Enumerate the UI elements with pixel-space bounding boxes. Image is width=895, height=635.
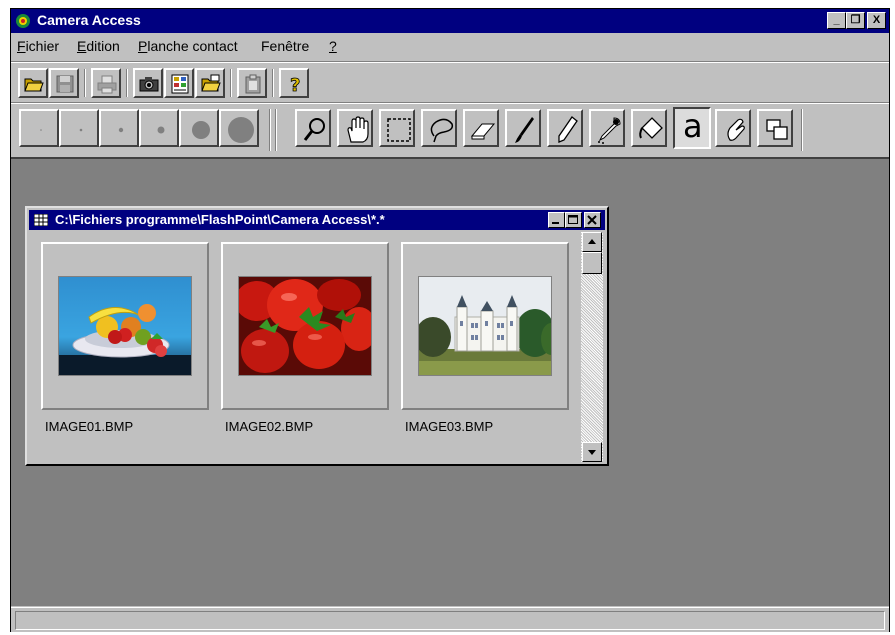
thumbnail-area[interactable]: IMAGE01.BMP IMAGE02.BMP IMAGE03.BMP [29, 232, 581, 462]
browser-title: C:\Fichiers programme\FlashPoint\Camera … [55, 212, 385, 227]
menu-help[interactable]: ? [329, 38, 337, 54]
toolbar-separator [272, 69, 274, 97]
brush-icon[interactable] [505, 109, 541, 147]
thumbnail-card[interactable] [221, 242, 389, 410]
brush-size-2-icon[interactable] [59, 109, 99, 147]
layers-icon[interactable] [757, 109, 793, 147]
scroll-down-button[interactable] [582, 442, 602, 462]
brush-size-1-icon[interactable] [19, 109, 59, 147]
thumbnail-filename: IMAGE01.BMP [45, 419, 134, 434]
camera-icon[interactable] [133, 68, 163, 98]
zoom-icon[interactable] [295, 109, 331, 147]
app-window: Camera Access _ ❐ X Fichier Edition Plan… [10, 8, 890, 632]
save-icon[interactable] [49, 68, 79, 98]
contact-sheet-icon[interactable] [164, 68, 194, 98]
main-toolbar: ? [11, 65, 889, 101]
menu-bar: Fichier Edition Planche contact Fenêtre … [11, 35, 889, 57]
brush-size-4-icon[interactable] [139, 109, 179, 147]
thumbnail-filename: IMAGE03.BMP [405, 419, 494, 434]
toolbar-divider-mid [11, 102, 889, 104]
eyedropper-icon[interactable] [589, 109, 625, 147]
paint-toolbar: a [11, 105, 889, 155]
brush-size-5-icon[interactable] [179, 109, 219, 147]
scroll-thumb[interactable] [582, 252, 602, 274]
eraser-icon[interactable] [463, 109, 499, 147]
menu-fenetre[interactable]: Fenêtre [261, 38, 309, 54]
scroll-up-button[interactable] [582, 232, 602, 252]
close-button[interactable]: X [867, 12, 886, 29]
toolbar-separator [230, 69, 232, 97]
app-icon [16, 14, 30, 28]
toolbar-separator [126, 69, 128, 97]
hand-icon[interactable] [337, 109, 373, 147]
browser-minimize-button[interactable] [548, 212, 565, 228]
toolbar-divider-top [11, 61, 889, 63]
minimize-button[interactable]: _ [827, 12, 846, 29]
status-pane [15, 611, 885, 630]
brush-size-6-icon[interactable] [219, 109, 259, 147]
thumbnail-image-strawberries [238, 276, 372, 376]
grid-icon [34, 214, 48, 226]
open-album-icon[interactable] [195, 68, 225, 98]
toolbar-separator [84, 69, 86, 97]
browser-maximize-button[interactable] [565, 212, 582, 228]
text-icon[interactable]: a [673, 107, 711, 149]
lasso-icon[interactable] [421, 109, 457, 147]
toolbar-separator [269, 109, 271, 151]
toolbar-separator [801, 109, 803, 151]
title-bar[interactable]: Camera Access _ ❐ X [11, 9, 889, 33]
status-bar [11, 607, 889, 632]
browser-title-bar[interactable]: C:\Fichiers programme\FlashPoint\Camera … [29, 210, 605, 230]
mdi-workspace[interactable]: C:\Fichiers programme\FlashPoint\Camera … [11, 157, 889, 606]
thumbnail-image-castle [418, 276, 552, 376]
smudge-icon[interactable] [715, 109, 751, 147]
window-title: Camera Access [37, 12, 141, 28]
restore-button[interactable]: ❐ [846, 12, 865, 29]
vertical-scrollbar[interactable] [581, 232, 603, 462]
thumbnail-card[interactable] [41, 242, 209, 410]
pencil-icon[interactable] [547, 109, 583, 147]
toolbar-separator [275, 109, 277, 151]
brush-size-3-icon[interactable] [99, 109, 139, 147]
clipboard-icon[interactable] [237, 68, 267, 98]
browser-close-button[interactable] [584, 212, 601, 228]
window-controls: _ ❐ X [827, 12, 887, 30]
help-icon[interactable]: ? [279, 68, 309, 98]
menu-fichier[interactable]: Fichier [17, 38, 59, 54]
browser-window[interactable]: C:\Fichiers programme\FlashPoint\Camera … [25, 206, 609, 466]
thumbnail-image-fruit [58, 276, 192, 376]
rect-select-icon[interactable] [379, 109, 415, 147]
thumbnail-card[interactable] [401, 242, 569, 410]
svg-text:?: ? [290, 75, 300, 95]
menu-edition[interactable]: Edition [77, 38, 120, 54]
thumbnail-filename: IMAGE02.BMP [225, 419, 314, 434]
fill-icon[interactable] [631, 109, 667, 147]
open-folder-icon[interactable] [18, 68, 48, 98]
print-icon[interactable] [91, 68, 121, 98]
menu-planche-contact[interactable]: Planche contact [138, 38, 238, 54]
text-tool-glyph: a [683, 107, 703, 145]
